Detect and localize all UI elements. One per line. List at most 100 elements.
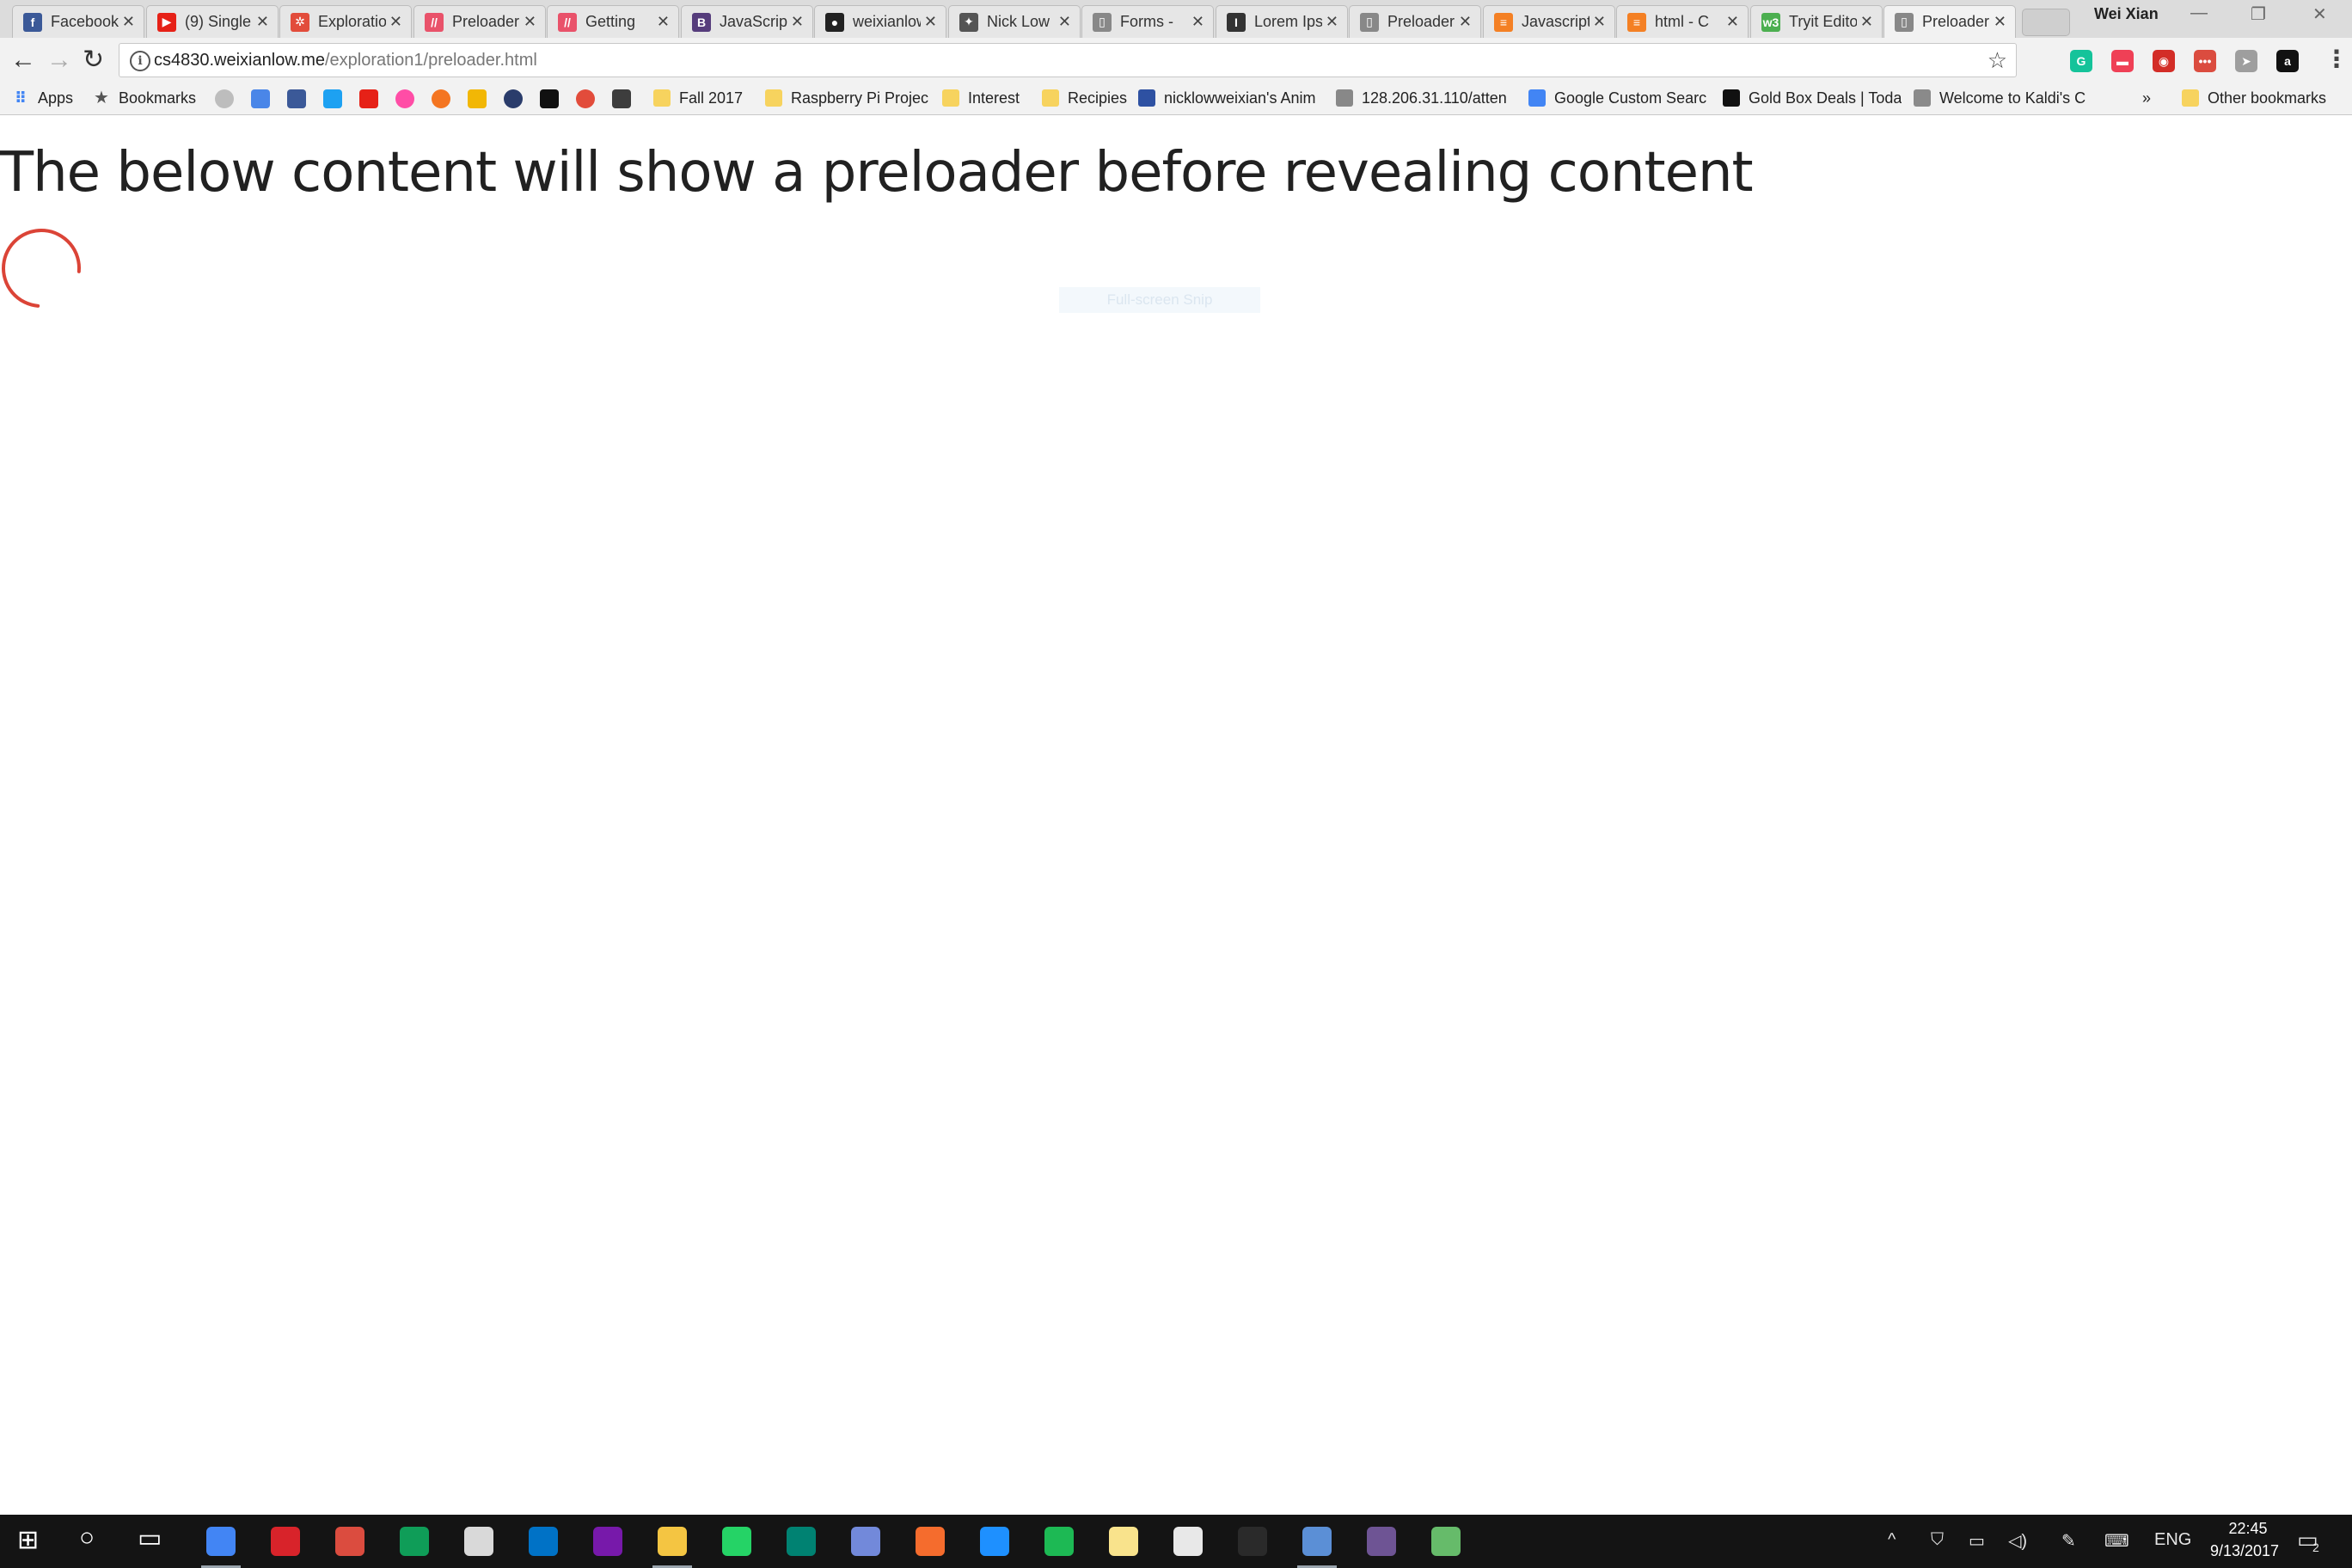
tab-close-icon[interactable]: ✕	[1726, 13, 1739, 31]
tab-close-icon[interactable]: ✕	[1326, 13, 1338, 31]
input-language[interactable]: ENG	[2154, 1530, 2191, 1550]
search-button[interactable]: ○	[79, 1523, 95, 1553]
sticky-notes-icon[interactable]	[1109, 1527, 1138, 1556]
security-shield-icon[interactable]: ⛉	[1931, 1530, 1944, 1550]
tab-close-icon[interactable]: ✕	[1593, 13, 1606, 31]
tab-close-icon[interactable]: ✕	[1058, 13, 1071, 31]
twitter-icon[interactable]	[323, 89, 342, 108]
chrome-menu-icon[interactable]: ⋮	[2324, 46, 2349, 72]
bookmark-item[interactable]: 128.206.31.110/atten	[1336, 88, 1507, 108]
bookmark-item[interactable]: Recipies	[1042, 88, 1127, 108]
atom-icon[interactable]	[1431, 1527, 1461, 1556]
calendar-icon[interactable]	[251, 89, 270, 108]
outlook-icon[interactable]	[529, 1527, 558, 1556]
start-button[interactable]: ⊞	[17, 1525, 39, 1555]
tab-close-icon[interactable]: ✕	[1994, 13, 2006, 31]
github-desktop-icon[interactable]	[1367, 1527, 1396, 1556]
tab-10[interactable]: I Lorem Ipsum✕	[1216, 5, 1348, 38]
task-view-button[interactable]: ▭	[138, 1523, 162, 1553]
bookmark-item[interactable]: Interest	[942, 88, 1020, 108]
profile-name[interactable]: Wei Xian	[2094, 5, 2159, 23]
tab-5[interactable]: // Getting ✕	[547, 5, 679, 38]
bookmark-item[interactable]: Raspberry Pi Project	[765, 88, 928, 108]
facebook-icon[interactable]	[287, 89, 306, 108]
ebay-icon[interactable]	[612, 89, 631, 108]
tab-close-icon[interactable]: ✕	[1191, 13, 1204, 31]
address-bar[interactable]: i cs4830.weixianlow.me/exploration1/prel…	[119, 43, 2017, 77]
bookmark-item[interactable]: Fall 2017	[653, 88, 743, 108]
tab-7[interactable]: ● weixianlow ✕	[814, 5, 946, 38]
photos-icon[interactable]	[980, 1527, 1009, 1556]
bookmark-star-icon[interactable]: ☆	[1988, 47, 2007, 74]
tab-6[interactable]: B JavaScript ✕	[681, 5, 813, 38]
bookmark-item[interactable]: Gold Box Deals | Toda	[1723, 88, 1902, 108]
tab-close-icon[interactable]: ✕	[1459, 13, 1472, 31]
chrome-settings-icon[interactable]	[215, 89, 234, 108]
tab-close-icon[interactable]: ✕	[924, 13, 937, 31]
tab-14[interactable]: w3 Tryit Editor ✕	[1750, 5, 1883, 38]
forward-button[interactable]: →	[46, 45, 72, 76]
volume-icon[interactable]: ◁)	[2008, 1530, 2027, 1552]
apps-shortcut[interactable]: ⠿ Apps	[12, 88, 73, 108]
tab-12[interactable]: ≡ Javascript ✕	[1483, 5, 1615, 38]
terminal-icon[interactable]	[1238, 1527, 1267, 1556]
address-url[interactable]: cs4830.weixianlow.me/exploration1/preloa…	[154, 51, 537, 70]
tab-8[interactable]: ✦ Nick Low ✕	[948, 5, 1081, 38]
todoist-icon[interactable]: •••	[2194, 50, 2216, 72]
origin-icon[interactable]	[916, 1527, 945, 1556]
clock-time[interactable]: 22:45	[2218, 1520, 2278, 1538]
other-bookmarks-folder[interactable]: Other bookmarks	[2182, 88, 2326, 108]
pen-icon[interactable]: ✎	[2061, 1530, 2076, 1552]
arrow-icon[interactable]: ➤	[2235, 50, 2257, 72]
back-button[interactable]: ←	[10, 45, 36, 76]
tab-close-icon[interactable]: ✕	[657, 13, 670, 31]
site-info-icon[interactable]: i	[130, 51, 150, 71]
tab-close-icon[interactable]: ✕	[524, 13, 536, 31]
bookmark-item[interactable]: nicklowweixian's Anim	[1138, 88, 1316, 108]
bookmarks-overflow-button[interactable]: »	[2142, 88, 2151, 108]
network-icon[interactable]	[1297, 1527, 1337, 1568]
steam-icon[interactable]	[504, 89, 523, 108]
tab-2[interactable]: ▶ (9) Single ✕	[146, 5, 279, 38]
chrome-icon[interactable]	[201, 1527, 241, 1568]
reload-button[interactable]: ↻	[83, 45, 104, 76]
tab-13[interactable]: ≡ html - C ✕	[1616, 5, 1749, 38]
battery-icon[interactable]: ▭	[1969, 1530, 1985, 1552]
amazon-assistant-icon[interactable]: a	[2276, 50, 2299, 72]
bookmark-item[interactable]: Welcome to Kaldi's C	[1914, 88, 2086, 108]
acrobat-icon[interactable]	[271, 1527, 300, 1556]
onenote-icon[interactable]	[593, 1527, 622, 1556]
lifering-icon[interactable]	[576, 89, 595, 108]
tab-15[interactable]: ▯ Preloader ✕	[1883, 5, 2016, 38]
tab-close-icon[interactable]: ✕	[1860, 13, 1873, 31]
tab-close-icon[interactable]: ✕	[389, 13, 402, 31]
tab-3[interactable]: ✲ Exploration✕	[279, 5, 412, 38]
touch-keyboard-icon[interactable]: ⌨	[2104, 1530, 2129, 1552]
amazon-icon[interactable]	[540, 89, 559, 108]
sway-icon[interactable]	[787, 1527, 816, 1556]
close-window-button[interactable]: ✕	[2312, 3, 2327, 25]
paint-icon[interactable]	[1173, 1527, 1203, 1556]
file-explorer-icon[interactable]	[652, 1527, 692, 1568]
tab-4[interactable]: // Preloader ✕	[413, 5, 546, 38]
tray-overflow-chevron-icon[interactable]: ^	[1888, 1530, 1896, 1550]
tab-close-icon[interactable]: ✕	[791, 13, 804, 31]
tab-1[interactable]: f Facebook ✕	[12, 5, 144, 38]
discord-icon[interactable]	[851, 1527, 880, 1556]
whatsapp-icon[interactable]	[722, 1527, 751, 1556]
dribbble-icon[interactable]	[395, 89, 414, 108]
bookmarks-manager[interactable]: ★ Bookmarks	[93, 88, 196, 108]
tab-9[interactable]: ▯ Forms - ✕	[1081, 5, 1214, 38]
spotify-icon[interactable]	[1044, 1527, 1074, 1556]
clock-date[interactable]: 9/13/2017	[2197, 1542, 2292, 1560]
new-tab-button[interactable]	[2022, 9, 2070, 36]
hexagon-icon[interactable]	[468, 89, 487, 108]
pocket-icon[interactable]: ▬	[2111, 50, 2134, 72]
youtube-icon[interactable]	[359, 89, 378, 108]
lastpass-icon[interactable]: ◉	[2153, 50, 2175, 72]
tab-close-icon[interactable]: ✕	[256, 13, 269, 31]
crunchyroll-icon[interactable]	[432, 89, 450, 108]
hangouts-icon[interactable]	[400, 1527, 429, 1556]
grammarly-icon[interactable]: G	[2070, 50, 2092, 72]
bookmark-item[interactable]: Google Custom Searc	[1528, 88, 1706, 108]
